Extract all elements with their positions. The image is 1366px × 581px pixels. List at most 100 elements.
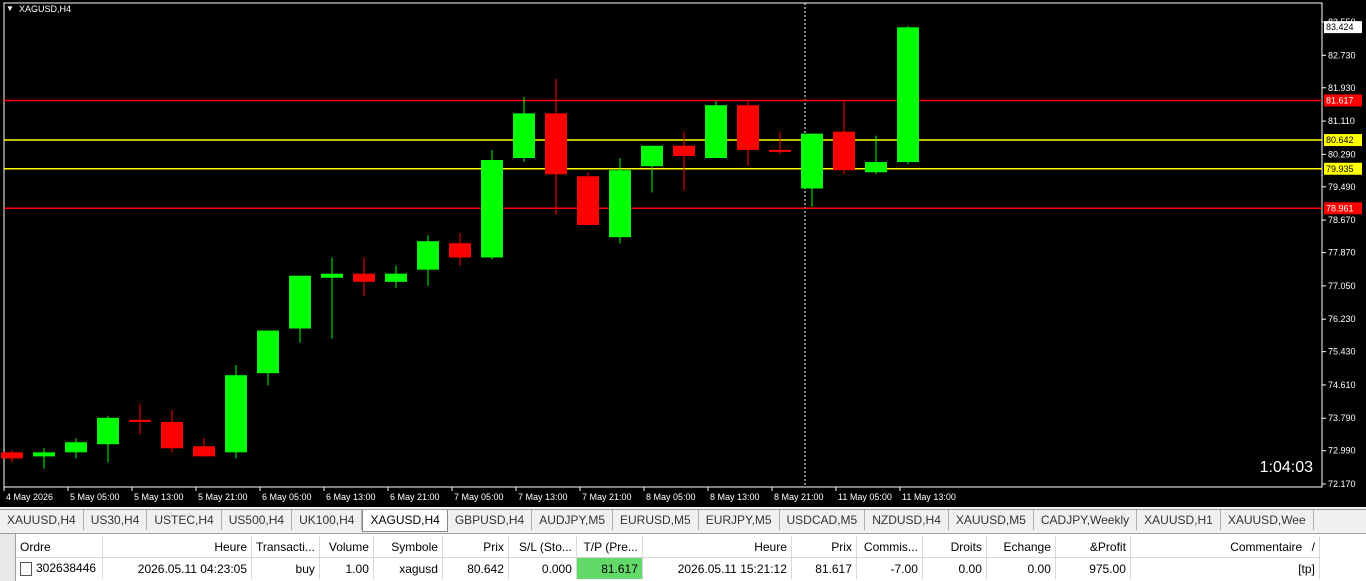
candle-body[interactable] bbox=[193, 446, 215, 457]
cell-transaction: buy bbox=[251, 557, 320, 579]
price-tick-label: 72.990 bbox=[1328, 446, 1356, 456]
candle-body[interactable] bbox=[769, 149, 791, 152]
candle-body[interactable] bbox=[577, 176, 599, 225]
candle-body[interactable] bbox=[545, 113, 567, 175]
level-price-label: 79.935 bbox=[1326, 164, 1354, 174]
time-tick-label: 8 May 21:00 bbox=[774, 492, 824, 502]
level-price-label: 80.642 bbox=[1326, 135, 1354, 145]
candle-body[interactable] bbox=[833, 131, 855, 171]
col-heure-close[interactable]: Heure bbox=[642, 536, 792, 558]
col-profit[interactable]: &Profit bbox=[1055, 536, 1131, 558]
candle-body[interactable] bbox=[97, 417, 119, 445]
cell-sl: 0.000 bbox=[508, 557, 577, 579]
tab-xauusd-h1[interactable]: XAUUSD,H1 bbox=[1137, 510, 1221, 530]
candle-body[interactable] bbox=[33, 452, 55, 457]
time-tick-label: 11 May 05:00 bbox=[838, 492, 892, 502]
col-prix-close[interactable]: Prix bbox=[791, 536, 857, 558]
candle-body[interactable] bbox=[449, 243, 471, 258]
candle-body[interactable] bbox=[801, 133, 823, 189]
candle-body[interactable] bbox=[289, 275, 311, 329]
tab-cadjpy-weekly[interactable]: CADJPY,Weekly bbox=[1034, 510, 1138, 530]
tab-usdcad-m5[interactable]: USDCAD,M5 bbox=[780, 510, 866, 530]
time-tick-label: 8 May 13:00 bbox=[710, 492, 760, 502]
candle-body[interactable] bbox=[257, 330, 279, 374]
terminal-side-label: inal bbox=[0, 560, 1, 576]
price-tick-label: 80.290 bbox=[1328, 149, 1356, 159]
time-tick-label: 5 May 21:00 bbox=[198, 492, 248, 502]
candle-body[interactable] bbox=[673, 145, 695, 156]
col-commentaire[interactable]: Commentaire / bbox=[1130, 536, 1320, 558]
col-commission[interactable]: Commis... bbox=[856, 536, 923, 558]
candle-body[interactable] bbox=[321, 273, 343, 278]
cell-prix-close: 81.617 bbox=[791, 557, 857, 579]
candle-body[interactable] bbox=[417, 241, 439, 270]
cell-commentaire: [tp] bbox=[1130, 557, 1320, 579]
col-ordre[interactable]: Ordre bbox=[16, 536, 103, 558]
table-header-row: Ordre Heure Transacti... Volume Symbole … bbox=[16, 536, 1320, 558]
tab-audjpy-m5[interactable]: AUDJPY,M5 bbox=[532, 510, 614, 530]
col-symbole[interactable]: Symbole bbox=[373, 536, 443, 558]
time-tick-label: 7 May 13:00 bbox=[518, 492, 568, 502]
price-tick-label: 76.230 bbox=[1328, 314, 1356, 324]
cell-tp: 81.617 bbox=[576, 557, 643, 579]
chart-menu-icon[interactable]: ▼ bbox=[6, 4, 14, 13]
col-volume[interactable]: Volume bbox=[319, 536, 374, 558]
col-heure[interactable]: Heure bbox=[102, 536, 252, 558]
time-tick-label: 7 May 05:00 bbox=[454, 492, 504, 502]
col-echange[interactable]: Echange bbox=[986, 536, 1056, 558]
candle-body[interactable] bbox=[865, 162, 887, 173]
candle-body[interactable] bbox=[481, 160, 503, 258]
table-row[interactable]: 302638446 2026.05.11 04:23:05 buy 1.00 x… bbox=[16, 557, 1320, 579]
candle-body[interactable] bbox=[65, 442, 87, 453]
tab-xauusd-wee[interactable]: XAUUSD,Wee bbox=[1221, 510, 1314, 530]
price-tick-label: 78.670 bbox=[1328, 215, 1356, 225]
terminal-side-tab[interactable]: inal bbox=[0, 534, 16, 581]
candle-body[interactable] bbox=[609, 170, 631, 238]
price-chart[interactable]: 83.55082.73081.93081.11080.29079.49078.6… bbox=[0, 0, 1366, 507]
tab-eurusd-m5[interactable]: EURUSD,M5 bbox=[613, 510, 699, 530]
tab-nzdusd-h4[interactable]: NZDUSD,H4 bbox=[865, 510, 949, 530]
tab-xauusd-h4[interactable]: XAUUSD,H4 bbox=[0, 510, 84, 530]
tab-ustec-h4[interactable]: USTEC,H4 bbox=[147, 510, 222, 530]
candle-body[interactable] bbox=[385, 273, 407, 282]
col-transaction[interactable]: Transacti... bbox=[251, 536, 320, 558]
tab-xauusd-m5[interactable]: XAUUSD,M5 bbox=[949, 510, 1034, 530]
tab-gbpusd-h4[interactable]: GBPUSD,H4 bbox=[448, 510, 533, 530]
candle-body[interactable] bbox=[225, 375, 247, 453]
col-tp[interactable]: T/P (Pre... bbox=[576, 536, 643, 558]
plot-frame bbox=[3, 2, 1323, 488]
price-tick-label: 72.170 bbox=[1328, 479, 1356, 489]
tab-us30-h4[interactable]: US30,H4 bbox=[84, 510, 148, 530]
candle-body[interactable] bbox=[1, 452, 23, 459]
terminal-panel: inal Ordre Heure Transacti... Volume Sym… bbox=[0, 533, 1366, 581]
candle-body[interactable] bbox=[737, 105, 759, 150]
time-tick-label: 11 May 13:00 bbox=[902, 492, 956, 502]
candle-body[interactable] bbox=[513, 113, 535, 159]
tab-xagusd-h4[interactable]: XAGUSD,H4 bbox=[362, 510, 448, 532]
candle-body[interactable] bbox=[129, 419, 151, 422]
document-icon bbox=[20, 561, 32, 576]
chart-window[interactable]: 83.55082.73081.93081.11080.29079.49078.6… bbox=[0, 0, 1366, 507]
cell-echange: 0.00 bbox=[986, 557, 1056, 579]
tab-us500-h4[interactable]: US500,H4 bbox=[222, 510, 293, 530]
candle-body[interactable] bbox=[161, 421, 183, 449]
tab-eurjpy-m5[interactable]: EURJPY,M5 bbox=[699, 510, 780, 530]
col-prix[interactable]: Prix bbox=[442, 536, 509, 558]
candle-body[interactable] bbox=[353, 273, 375, 282]
candle-body[interactable] bbox=[897, 27, 919, 163]
col-sl[interactable]: S/L (Sto... bbox=[508, 536, 577, 558]
cell-symbole: xagusd bbox=[373, 557, 443, 579]
candle-body[interactable] bbox=[705, 105, 727, 159]
cell-heure: 2026.05.11 04:23:05 bbox=[102, 557, 252, 579]
tab-uk100-h4[interactable]: UK100,H4 bbox=[292, 510, 363, 530]
cell-heure-close: 2026.05.11 15:21:12 bbox=[642, 557, 792, 579]
price-tick-label: 82.730 bbox=[1328, 50, 1356, 60]
price-tick-label: 75.430 bbox=[1328, 347, 1356, 357]
time-tick-label: 6 May 13:00 bbox=[326, 492, 376, 502]
chart-symbol-title: XAGUSD,H4 bbox=[19, 4, 72, 14]
col-droits[interactable]: Droits bbox=[922, 536, 987, 558]
candle-body[interactable] bbox=[641, 145, 663, 167]
price-tick-label: 74.610 bbox=[1328, 380, 1356, 390]
bar-countdown-timer: 1:04:03 bbox=[1259, 459, 1313, 476]
cell-commission: -7.00 bbox=[856, 557, 923, 579]
